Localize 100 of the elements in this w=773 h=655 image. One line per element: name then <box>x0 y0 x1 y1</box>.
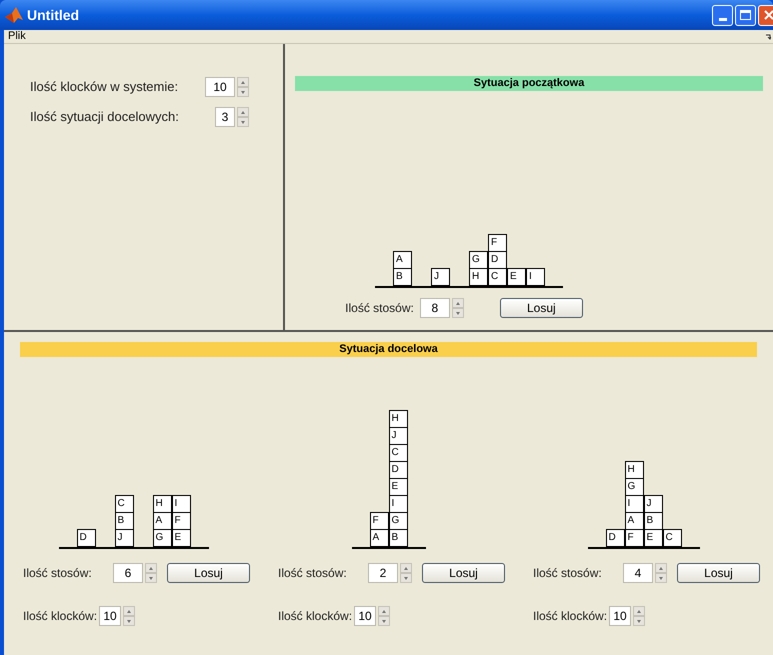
block: E <box>507 268 526 286</box>
block: G <box>624 478 644 496</box>
caret-down-icon <box>241 120 245 124</box>
block: C <box>662 529 682 547</box>
number-field[interactable]: 8 <box>420 298 450 318</box>
block: E <box>172 529 190 547</box>
caret-down-icon <box>149 576 153 580</box>
maximize-button[interactable] <box>735 4 756 26</box>
block: F <box>624 529 644 547</box>
caret-up-icon <box>241 110 245 114</box>
number-field[interactable]: 10 <box>99 606 122 626</box>
stack-count-label: Ilość stosów: <box>345 300 414 317</box>
block: B <box>114 512 134 530</box>
block: B <box>388 529 408 547</box>
spin-down-button[interactable] <box>452 308 464 318</box>
stack-count-label: Ilość stosów: <box>533 565 603 582</box>
minimize-icon <box>718 18 726 20</box>
minimize-button[interactable] <box>712 4 733 26</box>
caret-down-icon <box>637 620 642 622</box>
block: J <box>388 427 408 445</box>
caret-up-icon <box>149 566 153 570</box>
setting-label: Ilość sytuacji docelowych: <box>30 108 179 126</box>
random-button[interactable]: Losuj <box>500 298 583 318</box>
block: A <box>152 512 172 530</box>
block: F <box>370 512 388 530</box>
block: I <box>526 268 545 286</box>
spin-down-button[interactable] <box>123 616 136 626</box>
number-field[interactable]: 2 <box>368 563 398 583</box>
number-field[interactable]: 10 <box>354 606 376 626</box>
caret-up-icon <box>127 610 132 612</box>
setting-label: Ilość klocków w systemie: <box>30 78 178 96</box>
close-button[interactable] <box>758 4 773 26</box>
spin-up-button[interactable] <box>400 563 412 573</box>
caret-down-icon <box>241 90 245 94</box>
block: D <box>388 461 408 479</box>
caret-down-icon <box>404 576 408 580</box>
block: H <box>469 268 488 286</box>
block: D <box>76 529 96 547</box>
spin-down-button[interactable] <box>633 616 646 626</box>
caret-up-icon <box>404 566 408 570</box>
block: B <box>393 268 412 286</box>
spin-up-button[interactable] <box>237 77 249 87</box>
block: J <box>431 268 450 286</box>
random-button[interactable]: Losuj <box>167 563 250 583</box>
caret-up-icon <box>637 610 642 612</box>
spin-down-button[interactable] <box>400 573 412 583</box>
spin-down-button[interactable] <box>145 573 157 583</box>
random-button[interactable]: Losuj <box>422 563 505 583</box>
block-count-label: Ilość klocków: <box>278 608 352 625</box>
block-count-label: Ilość klocków: <box>533 608 608 625</box>
number-field[interactable]: 3 <box>215 107 235 127</box>
number-field[interactable]: 6 <box>113 563 143 583</box>
spin-up-button[interactable] <box>452 298 464 308</box>
block: G <box>152 529 172 547</box>
block: E <box>644 529 662 547</box>
spin-down-button[interactable] <box>378 616 390 626</box>
spin-down-button[interactable] <box>237 87 249 97</box>
stack-count-label: Ilość stosów: <box>23 565 93 582</box>
spin-up-button[interactable] <box>378 606 390 616</box>
block: C <box>388 444 408 462</box>
number-field[interactable]: 4 <box>623 563 653 583</box>
close-icon <box>764 10 773 20</box>
spin-up-button[interactable] <box>145 563 157 573</box>
caret-up-icon <box>659 566 663 570</box>
initial-header: Sytuacja początkowa <box>295 76 763 91</box>
block: A <box>370 529 388 547</box>
window-title: Untitled <box>27 6 80 24</box>
spin-up-button[interactable] <box>237 107 249 117</box>
number-field[interactable]: 10 <box>205 77 235 97</box>
block: I <box>388 495 408 513</box>
block: H <box>388 410 408 428</box>
block-count-label: Ilość klocków: <box>23 608 98 625</box>
block: H <box>624 461 644 479</box>
block: A <box>624 512 644 530</box>
spin-up-button[interactable] <box>633 606 646 616</box>
spin-down-button[interactable] <box>237 117 249 127</box>
block: E <box>388 478 408 496</box>
target-header: Sytuacja docelowa <box>20 342 757 357</box>
caret-down-icon <box>456 312 460 314</box>
caret-up-icon <box>456 302 460 304</box>
block: G <box>469 251 488 269</box>
block: F <box>488 234 507 252</box>
block: C <box>114 495 134 513</box>
random-button[interactable]: Losuj <box>677 563 760 583</box>
menu-item[interactable]: Plik <box>4 28 30 45</box>
caret-down-icon <box>127 620 132 622</box>
spin-down-button[interactable] <box>655 573 667 583</box>
maximize-icon <box>740 10 751 20</box>
caret-up-icon <box>241 80 245 84</box>
block: J <box>114 529 134 547</box>
block: C <box>488 268 507 286</box>
block: I <box>624 495 644 513</box>
caret-down-icon <box>382 620 386 622</box>
spin-up-button[interactable] <box>123 606 136 616</box>
block: D <box>606 529 624 547</box>
app-icon <box>5 7 23 23</box>
dock-arrow-icon <box>766 34 771 40</box>
block: A <box>393 251 412 269</box>
spin-up-button[interactable] <box>655 563 667 573</box>
number-field[interactable]: 10 <box>609 606 632 626</box>
